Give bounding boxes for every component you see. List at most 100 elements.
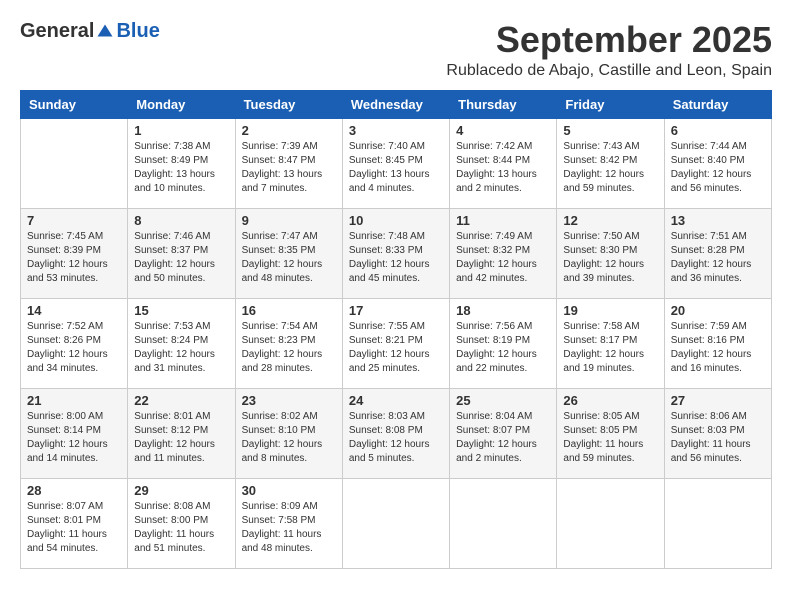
calendar-cell: 19 Sunrise: 7:58 AM Sunset: 8:17 PM Dayli… (557, 298, 664, 388)
day-number: 19 (563, 303, 657, 318)
calendar-cell: 20 Sunrise: 7:59 AM Sunset: 8:16 PM Dayli… (664, 298, 771, 388)
day-info: Sunrise: 7:52 AM Sunset: 8:26 PM Dayligh… (27, 320, 121, 376)
month-title: September 2025 (446, 20, 772, 60)
day-number: 24 (349, 393, 443, 408)
day-info: Sunrise: 7:45 AM Sunset: 8:39 PM Dayligh… (27, 230, 121, 286)
calendar-header-sunday: Sunday (21, 90, 128, 118)
day-info: Sunrise: 7:39 AM Sunset: 8:47 PM Dayligh… (242, 140, 336, 196)
calendar-cell: 3Sunrise: 7:40 AM Sunset: 8:45 PM Daylig… (342, 118, 449, 208)
day-info: Sunrise: 7:47 AM Sunset: 8:35 PM Dayligh… (242, 230, 336, 286)
calendar-header-thursday: Thursday (450, 90, 557, 118)
calendar-cell: 22 Sunrise: 8:01 AM Sunset: 8:12 PM Dayli… (128, 388, 235, 478)
day-number: 4 (456, 123, 550, 138)
day-number: 20 (671, 303, 765, 318)
day-info: Sunrise: 7:55 AM Sunset: 8:21 PM Dayligh… (349, 320, 443, 376)
day-info: Sunrise: 7:51 AM Sunset: 8:28 PM Dayligh… (671, 230, 765, 286)
calendar-cell: 23 Sunrise: 8:02 AM Sunset: 8:10 PM Dayli… (235, 388, 342, 478)
day-number: 7 (27, 213, 121, 228)
day-info: Sunrise: 7:54 AM Sunset: 8:23 PM Dayligh… (242, 320, 336, 376)
calendar-week-row: 1 Sunrise: 7:38 AM Sunset: 8:49 PM Daylig… (21, 118, 772, 208)
calendar-cell: 18 Sunrise: 7:56 AM Sunset: 8:19 PM Dayli… (450, 298, 557, 388)
calendar-cell: 6Sunrise: 7:44 AM Sunset: 8:40 PM Daylig… (664, 118, 771, 208)
day-info: Sunrise: 7:46 AM Sunset: 8:37 PM Dayligh… (134, 230, 228, 286)
day-info: Sunrise: 7:56 AM Sunset: 8:19 PM Dayligh… (456, 320, 550, 376)
day-number: 9 (242, 213, 336, 228)
title-block: September 2025 Rublacedo de Abajo, Casti… (446, 20, 772, 80)
day-info: Sunrise: 8:02 AM Sunset: 8:10 PM Dayligh… (242, 410, 336, 466)
calendar-table: SundayMondayTuesdayWednesdayThursdayFrid… (20, 90, 772, 569)
page-header: General Blue September 2025 Rublacedo de… (20, 20, 772, 80)
calendar-cell: 30 Sunrise: 8:09 AM Sunset: 7:58 PM Dayli… (235, 478, 342, 568)
day-number: 15 (134, 303, 228, 318)
calendar-week-row: 21 Sunrise: 8:00 AM Sunset: 8:14 PM Dayli… (21, 388, 772, 478)
day-info: Sunrise: 7:38 AM Sunset: 8:49 PM Dayligh… (134, 140, 228, 196)
day-number: 12 (563, 213, 657, 228)
calendar-cell: 13 Sunrise: 7:51 AM Sunset: 8:28 PM Dayli… (664, 208, 771, 298)
day-number: 11 (456, 213, 550, 228)
day-info: Sunrise: 7:49 AM Sunset: 8:32 PM Dayligh… (456, 230, 550, 286)
day-info: Sunrise: 7:44 AM Sunset: 8:40 PM Dayligh… (671, 140, 765, 196)
calendar-cell: 10 Sunrise: 7:48 AM Sunset: 8:33 PM Dayli… (342, 208, 449, 298)
calendar-cell: 15 Sunrise: 7:53 AM Sunset: 8:24 PM Dayli… (128, 298, 235, 388)
day-info: Sunrise: 8:08 AM Sunset: 8:00 PM Dayligh… (134, 500, 228, 556)
day-info: Sunrise: 8:03 AM Sunset: 8:08 PM Dayligh… (349, 410, 443, 466)
calendar-cell: 24 Sunrise: 8:03 AM Sunset: 8:08 PM Dayli… (342, 388, 449, 478)
day-info: Sunrise: 8:00 AM Sunset: 8:14 PM Dayligh… (27, 410, 121, 466)
day-number: 27 (671, 393, 765, 408)
location-title: Rublacedo de Abajo, Castille and Leon, S… (446, 62, 772, 80)
day-number: 1 (134, 123, 228, 138)
logo-blue-text: Blue (116, 20, 159, 43)
day-number: 18 (456, 303, 550, 318)
day-info: Sunrise: 7:48 AM Sunset: 8:33 PM Dayligh… (349, 230, 443, 286)
day-number: 21 (27, 393, 121, 408)
calendar-cell (450, 478, 557, 568)
day-info: Sunrise: 8:05 AM Sunset: 8:05 PM Dayligh… (563, 410, 657, 466)
day-number: 28 (27, 483, 121, 498)
day-info: Sunrise: 7:53 AM Sunset: 8:24 PM Dayligh… (134, 320, 228, 376)
day-info: Sunrise: 8:06 AM Sunset: 8:03 PM Dayligh… (671, 410, 765, 466)
day-number: 17 (349, 303, 443, 318)
day-number: 16 (242, 303, 336, 318)
calendar-cell: 26 Sunrise: 8:05 AM Sunset: 8:05 PM Dayli… (557, 388, 664, 478)
calendar-header-saturday: Saturday (664, 90, 771, 118)
day-info: Sunrise: 7:40 AM Sunset: 8:45 PM Dayligh… (349, 140, 443, 196)
day-info: Sunrise: 7:59 AM Sunset: 8:16 PM Dayligh… (671, 320, 765, 376)
day-number: 23 (242, 393, 336, 408)
calendar-cell: 1 Sunrise: 7:38 AM Sunset: 8:49 PM Daylig… (128, 118, 235, 208)
calendar-week-row: 28 Sunrise: 8:07 AM Sunset: 8:01 PM Dayli… (21, 478, 772, 568)
calendar-cell: 7 Sunrise: 7:45 AM Sunset: 8:39 PM Daylig… (21, 208, 128, 298)
calendar-header-monday: Monday (128, 90, 235, 118)
day-info: Sunrise: 8:07 AM Sunset: 8:01 PM Dayligh… (27, 500, 121, 556)
calendar-cell: 17 Sunrise: 7:55 AM Sunset: 8:21 PM Dayli… (342, 298, 449, 388)
logo-icon (96, 23, 114, 41)
day-number: 29 (134, 483, 228, 498)
logo: General Blue (20, 20, 160, 43)
calendar-header-friday: Friday (557, 90, 664, 118)
calendar-header-wednesday: Wednesday (342, 90, 449, 118)
day-number: 22 (134, 393, 228, 408)
calendar-cell (664, 478, 771, 568)
day-info: Sunrise: 8:09 AM Sunset: 7:58 PM Dayligh… (242, 500, 336, 556)
calendar-cell: 8 Sunrise: 7:46 AM Sunset: 8:37 PM Daylig… (128, 208, 235, 298)
day-info: Sunrise: 7:42 AM Sunset: 8:44 PM Dayligh… (456, 140, 550, 196)
calendar-cell: 28 Sunrise: 8:07 AM Sunset: 8:01 PM Dayli… (21, 478, 128, 568)
calendar-cell (21, 118, 128, 208)
calendar-cell: 29 Sunrise: 8:08 AM Sunset: 8:00 PM Dayli… (128, 478, 235, 568)
day-info: Sunrise: 8:01 AM Sunset: 8:12 PM Dayligh… (134, 410, 228, 466)
day-info: Sunrise: 7:50 AM Sunset: 8:30 PM Dayligh… (563, 230, 657, 286)
calendar-header-tuesday: Tuesday (235, 90, 342, 118)
day-info: Sunrise: 8:04 AM Sunset: 8:07 PM Dayligh… (456, 410, 550, 466)
calendar-cell: 27 Sunrise: 8:06 AM Sunset: 8:03 PM Dayli… (664, 388, 771, 478)
day-number: 30 (242, 483, 336, 498)
day-info: Sunrise: 7:58 AM Sunset: 8:17 PM Dayligh… (563, 320, 657, 376)
calendar-cell: 11 Sunrise: 7:49 AM Sunset: 8:32 PM Dayli… (450, 208, 557, 298)
calendar-cell: 5Sunrise: 7:43 AM Sunset: 8:42 PM Daylig… (557, 118, 664, 208)
calendar-cell: 9 Sunrise: 7:47 AM Sunset: 8:35 PM Daylig… (235, 208, 342, 298)
day-number: 14 (27, 303, 121, 318)
calendar-cell (557, 478, 664, 568)
day-info: Sunrise: 7:43 AM Sunset: 8:42 PM Dayligh… (563, 140, 657, 196)
day-number: 26 (563, 393, 657, 408)
day-number: 13 (671, 213, 765, 228)
day-number: 10 (349, 213, 443, 228)
day-number: 8 (134, 213, 228, 228)
